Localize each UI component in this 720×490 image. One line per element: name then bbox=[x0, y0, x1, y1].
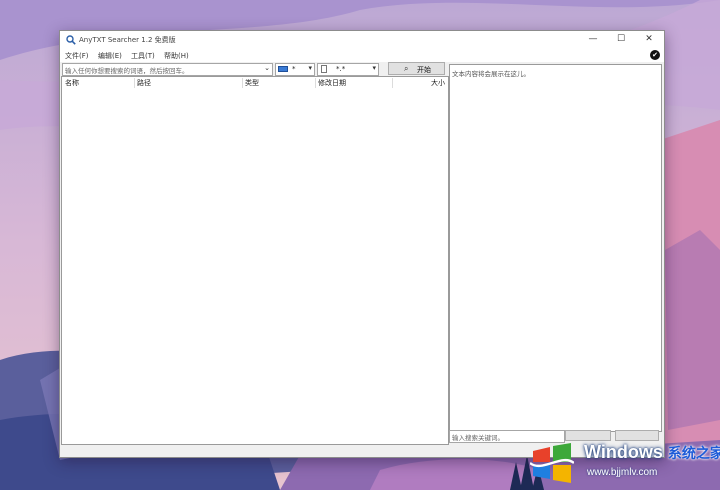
menu-tools[interactable]: 工具(T) bbox=[131, 51, 155, 61]
preview-placeholder: 文本内容将会展示在这儿。 bbox=[452, 70, 530, 78]
column-divider[interactable] bbox=[134, 78, 135, 88]
watermark-url: www.bjjmlv.com bbox=[587, 467, 658, 478]
drive-selector[interactable]: * ▾ bbox=[275, 63, 315, 76]
column-header-size[interactable]: 大小 bbox=[431, 77, 445, 89]
maximize-button[interactable]: ☐ bbox=[607, 31, 635, 49]
keyword-placeholder: 输入搜索关键词。 bbox=[452, 434, 504, 442]
search-combobox[interactable]: 输入任何你想要搜索的词语，然后按回车。 ⌄ bbox=[62, 63, 273, 76]
menu-edit[interactable]: 编辑(E) bbox=[98, 51, 122, 61]
column-divider[interactable] bbox=[315, 78, 316, 88]
watermark-brand-cn: 系统之家 bbox=[667, 445, 720, 461]
search-input[interactable]: 输入任何你想要搜索的词语，然后按回车。 bbox=[65, 65, 189, 75]
dropdown-arrow-icon[interactable]: ▾ bbox=[372, 64, 376, 72]
column-header-modified[interactable]: 修改日期 bbox=[318, 77, 346, 89]
dropdown-arrow-icon[interactable]: ▾ bbox=[308, 64, 312, 72]
column-header-path[interactable]: 路径 bbox=[137, 77, 151, 89]
chevron-down-icon[interactable]: ⌄ bbox=[264, 64, 270, 72]
menu-bar: 文件(F) 编辑(E) 工具(T) 帮助(H) ✔ bbox=[60, 49, 664, 62]
text-preview-pane[interactable]: 文本内容将会展示在这儿。 bbox=[449, 64, 662, 432]
watermark-brand-en: Windows bbox=[584, 442, 663, 462]
menu-file[interactable]: 文件(F) bbox=[65, 51, 89, 61]
watermark-brand: Windows 系统之家 bbox=[584, 442, 720, 463]
site-watermark: Windows 系统之家 www.bjjmlv.com bbox=[524, 433, 720, 490]
column-header-name[interactable]: 名称 bbox=[65, 77, 79, 89]
monitor-icon bbox=[278, 66, 288, 72]
close-button[interactable]: ✕ bbox=[635, 31, 663, 49]
start-search-button[interactable]: ⌕ 开始 bbox=[388, 62, 445, 75]
checkmark-status-icon[interactable]: ✔ bbox=[650, 50, 660, 60]
file-type-selector[interactable]: *.* ▾ bbox=[317, 63, 379, 76]
column-divider[interactable] bbox=[242, 78, 243, 88]
drive-value: * bbox=[292, 65, 296, 73]
window-title: AnyTXT Searcher 1.2 免费版 bbox=[79, 36, 176, 44]
menu-help[interactable]: 帮助(H) bbox=[164, 51, 189, 61]
file-icon bbox=[321, 65, 327, 73]
results-list[interactable]: 名称 路径 类型 修改日期 大小 bbox=[61, 76, 449, 445]
column-divider[interactable] bbox=[392, 78, 393, 88]
title-bar[interactable]: AnyTXT Searcher 1.2 免费版 — ☐ ✕ bbox=[60, 31, 664, 49]
column-header-type[interactable]: 类型 bbox=[245, 77, 259, 89]
windows-logo-icon bbox=[530, 443, 574, 483]
start-button-label: 开始 bbox=[417, 66, 431, 74]
file-type-value: *.* bbox=[336, 65, 346, 73]
app-window: AnyTXT Searcher 1.2 免费版 — ☐ ✕ 文件(F) 编辑(E… bbox=[59, 30, 665, 458]
app-magnifier-icon bbox=[66, 35, 76, 45]
minimize-button[interactable]: — bbox=[579, 31, 607, 49]
search-icon: ⌕ bbox=[404, 64, 409, 73]
